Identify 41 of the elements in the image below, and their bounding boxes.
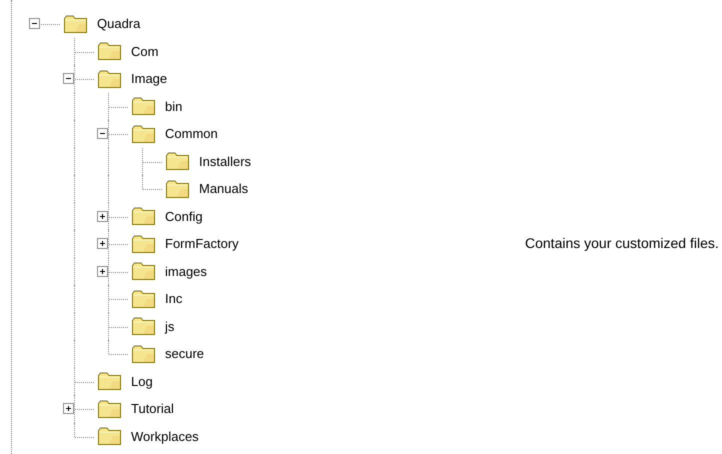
tree-item[interactable]: Installers <box>198 152 252 170</box>
expand-icon[interactable] <box>63 403 74 414</box>
folder-icon <box>97 371 122 392</box>
tree-item[interactable]: Manuals <box>198 180 250 198</box>
folder-icon <box>131 234 156 254</box>
folder-icon <box>63 14 88 34</box>
expand-icon[interactable] <box>97 266 108 277</box>
tree-item[interactable]: Tutorial <box>130 400 175 418</box>
folder-icon <box>97 68 122 89</box>
tree-item[interactable]: FormFactory <box>164 235 240 252</box>
tree-item[interactable]: js <box>164 318 176 335</box>
tree-item[interactable]: secure <box>164 345 206 362</box>
tree-item[interactable]: Config <box>164 208 204 225</box>
tree-item[interactable]: bin <box>164 98 184 115</box>
collapse-icon[interactable] <box>29 18 40 30</box>
folder-icon <box>131 344 156 364</box>
tree-item[interactable]: Quadra <box>96 15 142 32</box>
collapse-icon[interactable] <box>97 128 108 140</box>
folder-icon <box>131 206 156 226</box>
folder-icon <box>165 151 190 172</box>
tree-item[interactable]: Inc <box>164 290 184 308</box>
folder-icon <box>97 426 122 446</box>
tree-item[interactable]: Image <box>130 70 168 88</box>
tree-item[interactable]: Log <box>130 372 154 390</box>
folder-icon <box>97 398 122 419</box>
tree-item[interactable]: Common <box>164 125 219 142</box>
folder-icon <box>131 96 156 116</box>
tree-item[interactable]: Com <box>130 42 160 60</box>
folder-icon <box>131 288 156 309</box>
tree-item[interactable]: images <box>164 262 208 280</box>
folder-icon <box>97 41 122 62</box>
folder-icon <box>165 178 190 199</box>
folder-icon <box>131 316 156 336</box>
expand-icon[interactable] <box>97 238 108 250</box>
tree-item[interactable]: Workplaces <box>130 428 200 445</box>
expand-icon[interactable] <box>97 210 108 222</box>
description-text: Contains your customized files. <box>525 235 719 251</box>
folder-icon <box>131 124 156 144</box>
collapse-icon[interactable] <box>63 73 74 84</box>
folder-icon <box>131 261 156 282</box>
tree-line <box>41 24 60 25</box>
